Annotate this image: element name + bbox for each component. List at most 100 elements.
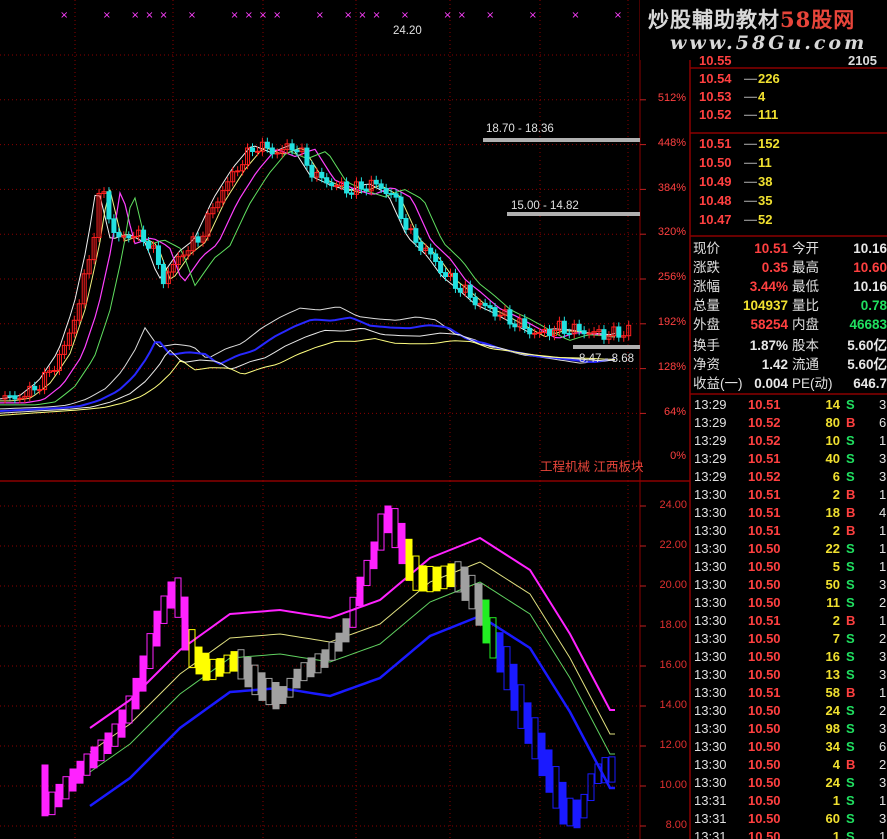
tick-side: B [846,613,856,628]
quote-row: 外盘 58254 内盘 46683 [691,315,887,334]
indicator-candle [139,655,147,692]
tick-count: 1 [879,613,887,628]
percent-axis-label: 64% [663,405,686,418]
tick-row[interactable]: 13:30 10.50 16 S 3 [691,648,887,666]
indicator-candle [461,566,469,601]
candle-down [388,192,394,195]
candle-up [235,170,241,173]
tick-time: 13:31 [694,811,727,826]
tick-row[interactable]: 13:30 10.50 24 S 2 [691,702,887,720]
tick-row[interactable]: 13:30 10.50 13 S 3 [691,666,887,684]
tick-row[interactable]: 13:31 10.50 1 S 1 [691,792,887,810]
tick-row[interactable]: 13:30 10.50 24 S 3 [691,774,887,792]
tick-price: 10.51 [748,613,781,628]
candle-down [146,241,152,249]
tick-row[interactable]: 13:30 10.51 2 B 1 [691,612,887,630]
tick-volume: 10 [825,433,840,448]
candle-down [393,193,399,198]
tick-volume: 4 [832,757,840,772]
ask-row[interactable]: 10.53 4 [691,88,887,106]
price-axis-label: 8.00 [665,819,687,831]
quote-value: 10.51 [754,241,788,256]
ma-white-fast [0,144,616,400]
tick-volume: 40 [825,451,840,466]
indicator-candle [258,672,266,701]
tick-row[interactable]: 13:29 10.51 40 S 3 [691,450,887,468]
candle-down [413,228,419,243]
quote-value: 58254 [750,317,788,332]
bid-volume: 38 [744,173,772,191]
indicator-candle [580,793,588,819]
tick-count: 1 [879,541,887,556]
indicator-candle [447,563,455,588]
tick-row[interactable]: 13:30 10.51 18 B 4 [691,504,887,522]
indicator-candle [524,702,532,744]
stock-terminal: × × × × × × × × × × × × × × × × × × × × × 512% 448% 384% 320% 25… [0,0,887,839]
tick-count: 2 [879,631,887,646]
bid-row[interactable]: 10.50 11 [691,154,887,172]
indicator-candle [433,566,441,592]
indicator-candle [244,656,252,688]
tick-row[interactable]: 13:30 10.50 5 S 1 [691,558,887,576]
indicator-candle [83,753,91,776]
bid-row[interactable]: 10.47 52 [691,211,887,229]
ask-volume: 226 [744,70,780,88]
tick-count: 2 [879,757,887,772]
band-upper-magenta [89,536,615,729]
indicator-candle [209,658,217,681]
tick-row[interactable]: 13:31 10.50 1 S 1 [691,828,887,839]
tick-row[interactable]: 13:30 10.50 22 S 1 [691,540,887,558]
tick-row[interactable]: 13:31 10.50 60 S 3 [691,810,887,828]
tick-time: 13:30 [694,703,727,718]
bid-row[interactable]: 10.51 152 [691,135,887,153]
indicator-chart[interactable] [41,505,616,829]
candle-down [319,171,325,179]
tick-volume: 11 [826,595,840,610]
tick-volume: 13 [825,667,840,682]
tick-time: 13:30 [694,613,727,628]
tick-row[interactable]: 13:30 10.51 58 B 1 [691,684,887,702]
tick-row[interactable]: 13:29 10.52 80 B 6 [691,414,887,432]
indicator-candle [293,668,301,689]
tick-time: 13:30 [694,775,727,790]
tick-row[interactable]: 13:29 10.52 6 S 3 [691,468,887,486]
tick-price: 10.50 [748,541,781,556]
indicator-candle [510,663,518,711]
tick-time: 13:30 [694,721,727,736]
candle-up [586,332,592,335]
tick-row[interactable]: 13:30 10.50 34 S 6 [691,738,887,756]
tick-time: 13:30 [694,595,727,610]
candle-up [532,332,538,335]
ask-row[interactable]: 10.52 111 [691,106,887,124]
tick-row[interactable]: 13:30 10.50 4 B 2 [691,756,887,774]
tick-volume: 50 [825,577,840,592]
tick-row[interactable]: 13:30 10.50 7 S 2 [691,630,887,648]
tick-time: 13:31 [694,793,727,808]
sector-tags[interactable]: 工程机械 江西板块 [540,456,643,475]
tick-volume: 80 [825,415,840,430]
tick-time: 13:30 [694,523,727,538]
candle-down [433,253,439,262]
tick-row[interactable]: 13:30 10.51 2 B 1 [691,522,887,540]
tick-row[interactable]: 13:30 10.51 2 B 1 [691,486,887,504]
tick-side: S [846,559,855,574]
ask-row[interactable]: 10.54 226 [691,70,887,88]
bid-row[interactable]: 10.49 38 [691,173,887,191]
indicator-candle [391,508,399,549]
tick-row[interactable]: 13:30 10.50 11 S 2 [691,594,887,612]
ma-blue [0,316,616,413]
high-annotation: 24.20 [393,25,422,37]
indicator-candle [377,513,385,551]
indicator-candle [167,581,175,609]
tick-row[interactable]: 13:30 10.50 50 S 3 [691,576,887,594]
indicator-candle [482,599,490,644]
indicator-candle [146,633,154,670]
bid-row[interactable]: 10.48 35 [691,192,887,210]
tick-row[interactable]: 13:30 10.50 98 S 3 [691,720,887,738]
price-chart[interactable]: × × × × × × × × × × × × × × × × × × × × × [0,10,640,416]
tick-row[interactable]: 13:29 10.51 14 S 3 [691,396,887,414]
bid-price: 10.48 [699,193,732,208]
signal-marker: × [273,10,281,21]
candle-down [383,187,389,194]
tick-row[interactable]: 13:29 10.52 10 S 1 [691,432,887,450]
